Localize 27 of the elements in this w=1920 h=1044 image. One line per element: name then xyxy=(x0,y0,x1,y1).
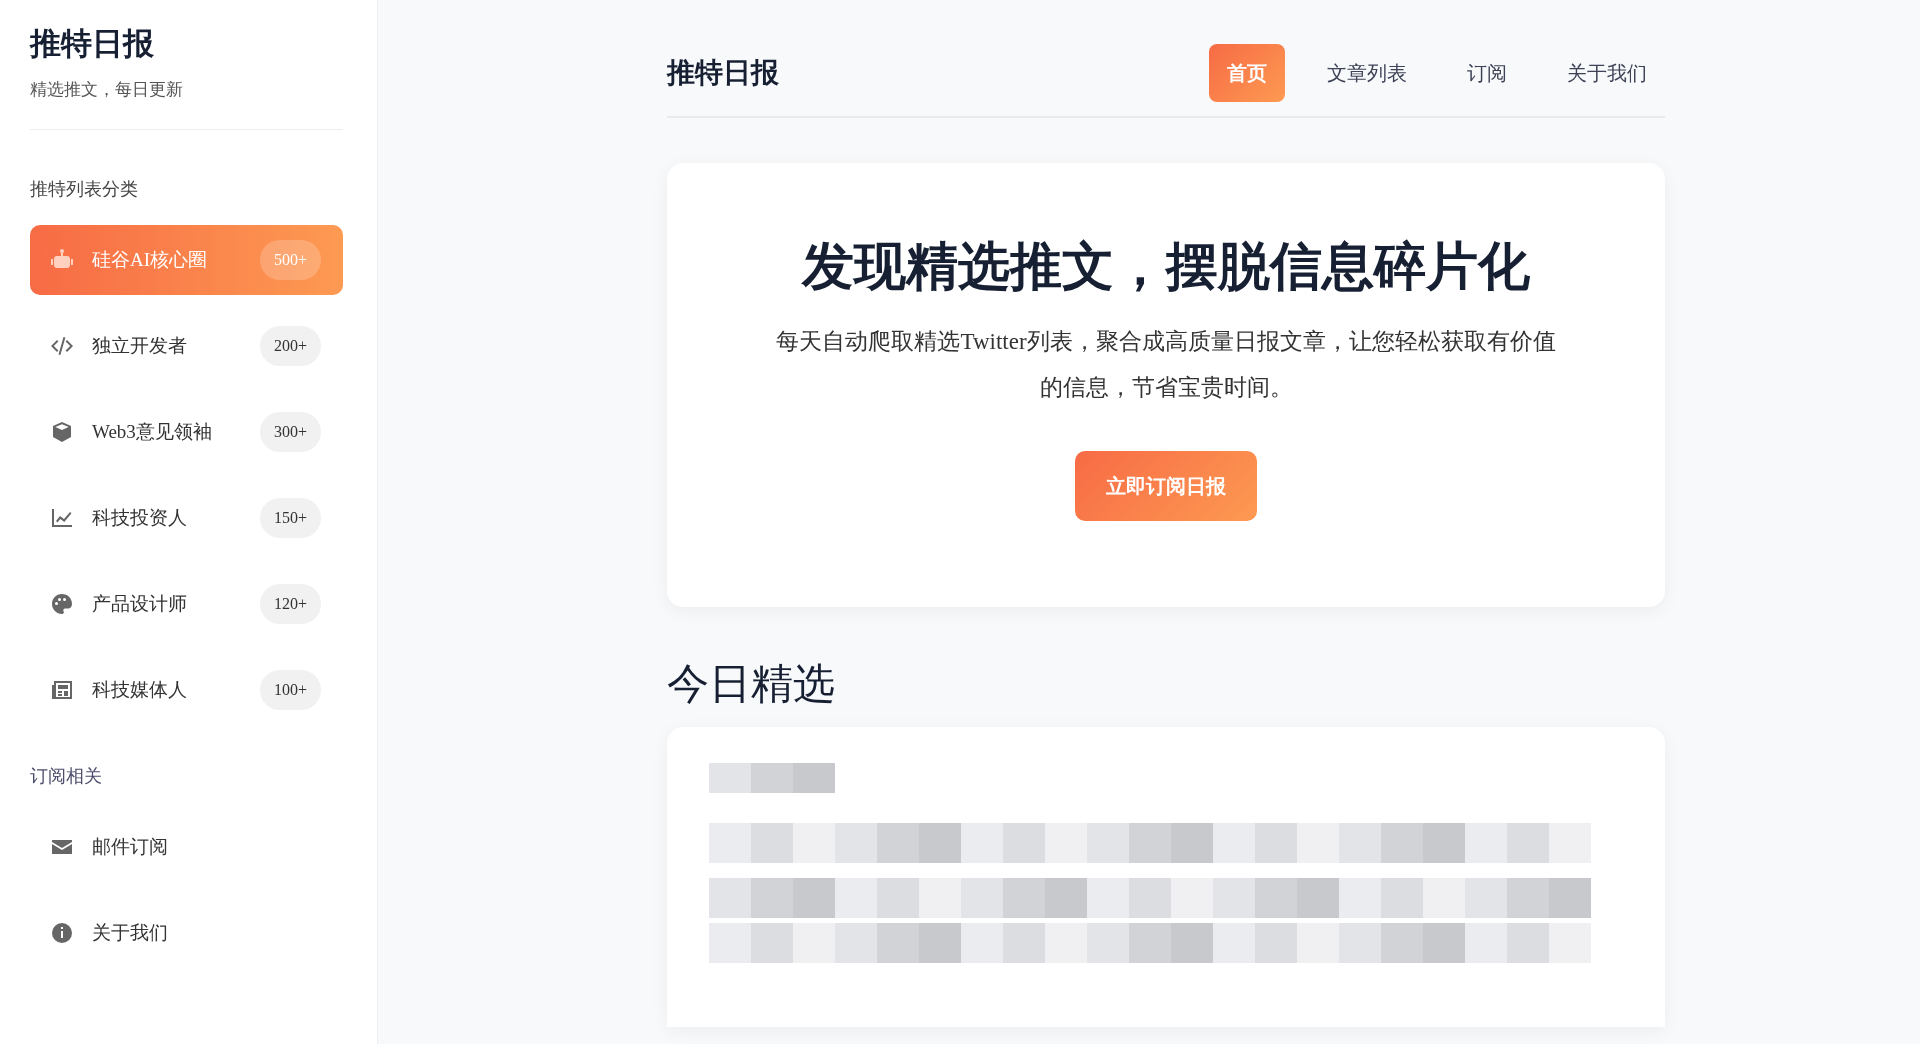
section-heading: 今日精选 xyxy=(667,660,836,709)
sidebar-item[interactable]: 科技投资人 150+ xyxy=(30,482,343,553)
count-badge: 500+ xyxy=(259,239,321,280)
count-badge: 150+ xyxy=(259,497,321,538)
sidebar-item[interactable]: 科技媒体人 100+ xyxy=(30,654,343,725)
sidebar-item[interactable]: 独立开发者 200+ xyxy=(30,310,343,381)
palette-icon xyxy=(50,591,74,616)
site-brand: 推特日报 xyxy=(667,56,779,90)
section-heading: 订阅相关 xyxy=(30,764,103,788)
count-badge: 120+ xyxy=(259,583,321,624)
sidebar-item[interactable]: 产品设计师 120+ xyxy=(30,568,343,639)
section-heading: 推特列表分类 xyxy=(30,177,139,201)
info-icon xyxy=(50,920,74,945)
count-badge: 200+ xyxy=(259,325,321,366)
nav-link[interactable]: 文章列表 xyxy=(1309,44,1425,102)
nav-link[interactable]: 订阅 xyxy=(1449,44,1525,102)
sidebar-title: 推特日报 xyxy=(30,25,155,63)
sidebar-subtitle: 精选推文，每日更新 xyxy=(30,79,184,102)
sidebar-item[interactable]: 关于我们 xyxy=(30,897,343,968)
cube-icon xyxy=(50,419,74,444)
count-badge: 100+ xyxy=(259,669,321,710)
count-badge: 300+ xyxy=(259,411,321,452)
hero-title: 发现精选推文，摆脱信息碎片化 xyxy=(800,235,1531,298)
nav-link[interactable]: 关于我们 xyxy=(1549,44,1665,102)
sidebar-item[interactable]: Web3意见领袖 300+ xyxy=(30,396,343,467)
hero-description: 每天自动爬取精选Twitter列表，聚合成高质量日报文章，让您轻松获取有价值的信息，节省宝贵时间。 xyxy=(775,328,1557,403)
sidebar-item[interactable]: 邮件订阅 xyxy=(30,811,343,882)
